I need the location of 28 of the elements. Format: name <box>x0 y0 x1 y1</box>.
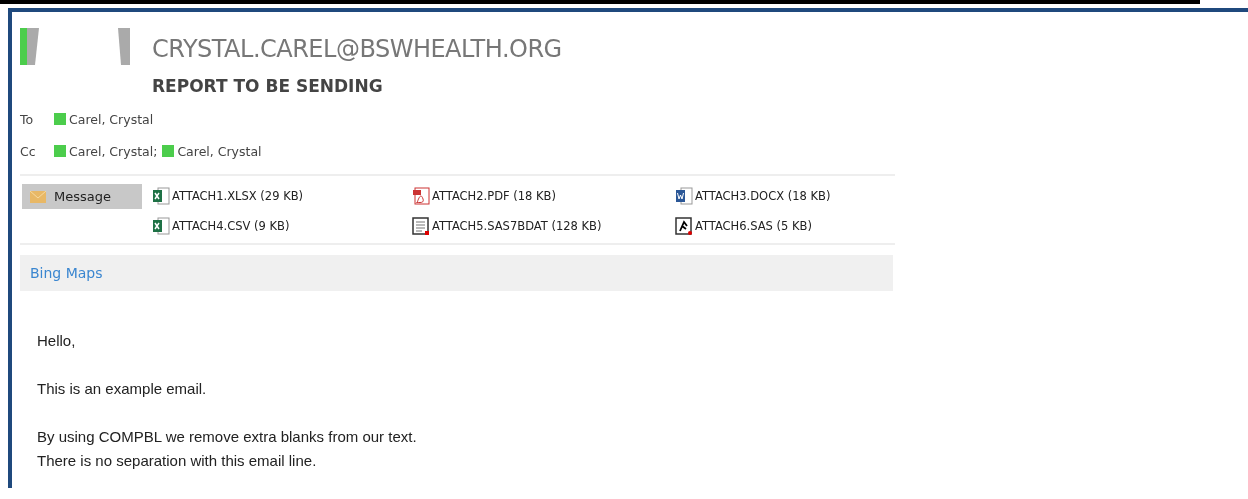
recipient-name[interactable]: Carel, Crystal <box>69 111 154 127</box>
message-tab[interactable]: Message <box>22 184 142 209</box>
attachment-item[interactable]: ATTACH2.PDF (18 KB) <box>412 187 675 205</box>
presence-icon <box>54 113 66 125</box>
sender-address: CRYSTAL.CAREL@BSWHEALTH.ORG <box>152 35 562 63</box>
recipient-name[interactable]: Carel, Crystal <box>177 143 262 159</box>
attachment-item[interactable]: ATTACH5.SAS7BDAT (128 KB) <box>412 217 675 235</box>
body-text-line: Hello, <box>37 332 76 349</box>
document-file-icon <box>675 187 693 205</box>
body-text-line: This is an example email. <box>37 380 207 397</box>
email-subject: REPORT TO BE SENDING <box>152 76 384 96</box>
pdf-file-icon <box>412 187 430 205</box>
presence-icon <box>162 145 175 157</box>
presence-icon <box>54 145 66 157</box>
body-text-line: There is no separation with this email line. <box>37 452 317 469</box>
body-text-line: By using COMPBL we remove extra blanks from our text. <box>37 428 417 445</box>
attachment-item[interactable]: ATTACH3.DOCX (18 KB) <box>675 187 895 205</box>
recipient-label: To <box>20 111 35 127</box>
attachment-item[interactable]: ATTACH1.XLSX (29 KB) <box>152 187 412 205</box>
program-file-icon <box>675 217 693 235</box>
spreadsheet-file-icon <box>152 187 170 205</box>
recipient-label: Cc <box>20 143 37 159</box>
data-file-icon <box>412 217 430 235</box>
attachment-item[interactable]: ATTACH6.SAS (5 KB) <box>675 217 895 235</box>
spreadsheet-file-icon <box>152 217 170 235</box>
recipient-name[interactable]: Carel, Crystal; <box>69 143 158 159</box>
attachment-item[interactable]: ATTACH4.CSV (9 KB) <box>152 217 412 235</box>
envelope-icon <box>30 190 46 203</box>
